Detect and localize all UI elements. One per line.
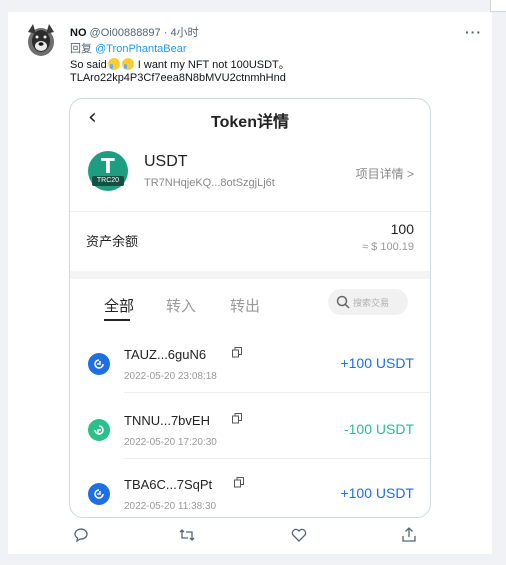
tweet-actions [8,526,492,546]
trc20-badge: TRC20 [92,176,124,186]
token-name: USDT [144,153,188,170]
like-heart-icon[interactable] [290,526,308,544]
section-gap [70,271,430,279]
handle-and-time: @Oi00888897 · 4小时 [86,27,199,39]
transaction-hash: TAUZ...6guN6 [124,347,207,362]
incoming-transfer-icon [88,353,110,375]
copy-icon [232,413,242,424]
balance-value: 100 [390,221,414,237]
search-box: 搜索交易 [328,289,408,315]
share-icon[interactable] [400,526,418,544]
reply-line: 回复 @TronPhantaBear [70,40,187,56]
reply-mention-link[interactable]: @TronPhantaBear [95,43,186,55]
outgoing-transfer-icon [88,419,110,441]
reply-prefix: 回复 [70,43,96,55]
tweet-text-a: So said [70,59,107,71]
project-detail-link: 项目详情 > [355,167,414,181]
balance-usd: ≈ $ 100.19 [362,241,414,253]
dog-avatar-icon [28,24,54,56]
transaction-date: 2022-05-20 11:38:30 [124,501,217,512]
attached-screenshot[interactable]: ‹ Token详情 T TRC20 USDT TR7NHqjeKQ...8otS… [69,98,431,518]
row-divider [124,392,430,393]
usdt-logo-icon: T TRC20 [88,151,128,191]
incoming-transfer-icon [88,483,110,505]
usdt-logo-letter: T [101,154,115,178]
balance-label: 资产余额 [86,234,139,249]
transaction-date: 2022-05-20 23:08:18 [124,371,217,382]
tweet-text-line-2: TLAro22kp4P3Cf7eea8N8bMVU2ctnmhHnd [70,72,286,84]
tab-all: 全部 [104,298,135,315]
tweet-text-b: I want my NFT not 100USDT。 [134,59,290,71]
transaction-amount: -100 USDT [343,421,414,437]
divider [70,211,430,212]
screenshot-title: Token详情 [211,114,289,131]
window-corner [490,0,506,12]
tab-outgoing: 转出 [230,298,261,315]
search-icon [336,295,350,309]
copy-icon [232,347,242,358]
token-info-row: T TRC20 USDT TR7NHqjeKQ...8otSzgjLj6t 项目… [70,139,430,203]
screenshot-header: ‹ Token详情 [70,99,430,137]
search-placeholder: 搜索交易 [353,298,390,308]
transaction-hash: TBA6C...7SqPt [124,477,213,492]
tweet-text-line-1: So said I want my NFT not 100USDT。 [70,56,290,72]
reply-icon[interactable] [72,526,90,544]
transaction-hash: TNNU...7bvEH [124,413,210,428]
active-tab-indicator [104,319,130,321]
token-address: TR7NHqjeKQ...8otSzgjLj6t [144,177,275,189]
display-name[interactable]: NO [70,27,87,39]
transaction-amount: +100 USDT [340,485,414,501]
avatar[interactable] [25,22,57,58]
tweet-header: NO @Oi00888897 · 4小时 [70,24,199,40]
transaction-row: TBA6C...7SqPt 2022-05-20 11:38:30 +100 U… [70,463,430,517]
transaction-row: TAUZ...6guN6 2022-05-20 23:08:18 +100 US… [70,333,430,393]
tab-incoming: 转入 [166,298,197,315]
retweet-icon[interactable] [178,526,196,544]
crying-emoji-icon [107,58,120,70]
copy-icon [234,477,244,488]
more-options-icon[interactable]: ··· [465,24,482,40]
transaction-amount: +100 USDT [340,355,414,371]
row-divider [124,458,430,459]
transaction-date: 2022-05-20 17:20:30 [124,437,217,448]
tweet-card[interactable]: ··· NO @Oi00888897 · 4小时 回复 @TronPhantaB… [8,12,492,554]
crying-emoji-icon [121,58,134,70]
transaction-row: TNNU...7bvEH 2022-05-20 17:20:30 -100 US… [70,399,430,459]
